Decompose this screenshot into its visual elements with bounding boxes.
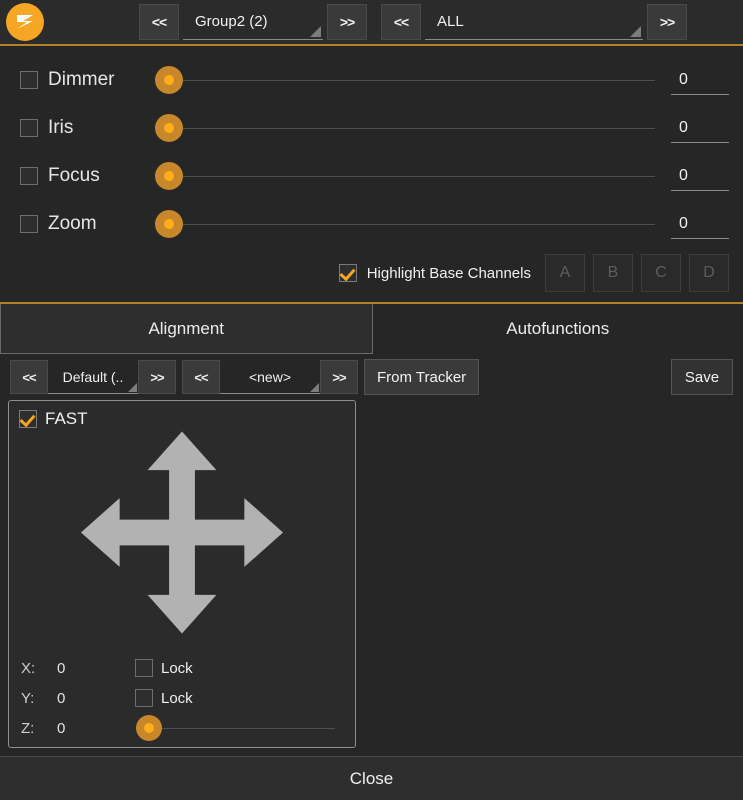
lock-label-x: Lock bbox=[161, 660, 193, 677]
lock-label-y: Lock bbox=[161, 690, 193, 707]
axis-lock-x[interactable]: Lock bbox=[135, 659, 193, 677]
lock-checkbox-x[interactable] bbox=[135, 659, 153, 677]
app-logo-icon bbox=[6, 3, 44, 41]
slider-track bbox=[169, 128, 655, 129]
tab-strip: Alignment Autofunctions bbox=[0, 302, 743, 354]
preset-select-value: Default (.. bbox=[63, 369, 124, 385]
channel-slider-dimmer[interactable] bbox=[153, 63, 655, 97]
axis-label-y: Y: bbox=[21, 690, 57, 707]
group-select-value: Group2 (2) bbox=[195, 13, 268, 30]
close-button[interactable]: Close bbox=[0, 756, 743, 800]
alignment-panel: FAST X: 0 Lock Y: 0 bbox=[8, 400, 356, 748]
highlight-label: Highlight Base Channels bbox=[367, 265, 531, 282]
axis-row-x: X: 0 Lock bbox=[9, 653, 355, 683]
axis-row-z: Z: 0 bbox=[9, 713, 355, 743]
filter-next-button[interactable]: >> bbox=[647, 4, 687, 40]
chevron-down-icon bbox=[128, 383, 137, 392]
slider-track bbox=[149, 728, 335, 729]
channel-label-dimmer: Dimmer bbox=[48, 69, 153, 91]
preset-toolbar: << Default (.. >> << <new> >> From Track… bbox=[0, 354, 743, 400]
axis-label-z: Z: bbox=[21, 720, 57, 737]
item-select-value: <new> bbox=[249, 369, 291, 385]
slider-track bbox=[169, 224, 655, 225]
axis-slider-z[interactable] bbox=[135, 713, 335, 743]
quick-button-b[interactable]: B bbox=[593, 254, 633, 292]
quick-buttons: A B C D bbox=[545, 254, 729, 292]
from-tracker-button[interactable]: From Tracker bbox=[364, 359, 479, 395]
tab-alignment[interactable]: Alignment bbox=[0, 304, 373, 354]
axis-row-y: Y: 0 Lock bbox=[9, 683, 355, 713]
axis-value-x: 0 bbox=[57, 660, 135, 677]
item-prev-button[interactable]: << bbox=[182, 360, 220, 394]
highlight-base-channels-toggle[interactable]: Highlight Base Channels bbox=[339, 264, 531, 282]
channel-sliders: Dimmer 0 Iris 0 Focus 0 bbox=[0, 46, 743, 302]
quick-button-c[interactable]: C bbox=[641, 254, 681, 292]
channel-value-dimmer[interactable]: 0 bbox=[671, 65, 729, 95]
channel-checkbox-focus[interactable] bbox=[20, 167, 38, 185]
channel-row-iris: Iris 0 bbox=[0, 104, 743, 152]
highlight-row: Highlight Base Channels A B C D bbox=[0, 248, 743, 302]
tab-autofunctions[interactable]: Autofunctions bbox=[373, 304, 743, 354]
filter-select-value: ALL bbox=[437, 13, 464, 30]
item-next-button[interactable]: >> bbox=[320, 360, 358, 394]
group-next-button[interactable]: >> bbox=[327, 4, 367, 40]
preset-next-button[interactable]: >> bbox=[138, 360, 176, 394]
lock-checkbox-y[interactable] bbox=[135, 689, 153, 707]
slider-track bbox=[169, 176, 655, 177]
item-select[interactable]: <new> bbox=[220, 360, 320, 394]
quick-button-a[interactable]: A bbox=[545, 254, 585, 292]
axis-value-z: 0 bbox=[57, 720, 135, 737]
channel-label-focus: Focus bbox=[48, 165, 153, 187]
axis-readouts: X: 0 Lock Y: 0 Lock Z: bbox=[9, 653, 355, 743]
quick-button-d[interactable]: D bbox=[689, 254, 729, 292]
channel-checkbox-iris[interactable] bbox=[20, 119, 38, 137]
filter-select[interactable]: ALL bbox=[425, 4, 643, 40]
alignment-area: FAST X: 0 Lock Y: 0 bbox=[0, 400, 743, 756]
four-way-move-arrow-icon[interactable] bbox=[75, 425, 290, 640]
highlight-checkbox[interactable] bbox=[339, 264, 357, 282]
save-button[interactable]: Save bbox=[671, 359, 733, 395]
slider-thumb[interactable] bbox=[136, 715, 162, 741]
axis-lock-y[interactable]: Lock bbox=[135, 689, 193, 707]
channel-row-dimmer: Dimmer 0 bbox=[0, 56, 743, 104]
channel-slider-zoom[interactable] bbox=[153, 207, 655, 241]
channel-value-focus[interactable]: 0 bbox=[671, 161, 729, 191]
slider-thumb[interactable] bbox=[155, 210, 183, 238]
group-prev-button[interactable]: << bbox=[139, 4, 179, 40]
preset-prev-button[interactable]: << bbox=[10, 360, 48, 394]
channel-row-focus: Focus 0 bbox=[0, 152, 743, 200]
top-bar: << Group2 (2) >> << ALL >> bbox=[0, 0, 743, 46]
app-root: << Group2 (2) >> << ALL >> Dimmer 0 bbox=[0, 0, 743, 800]
channel-slider-focus[interactable] bbox=[153, 159, 655, 193]
chevron-down-icon bbox=[310, 383, 319, 392]
channel-checkbox-dimmer[interactable] bbox=[20, 71, 38, 89]
slider-track bbox=[169, 80, 655, 81]
channel-slider-iris[interactable] bbox=[153, 111, 655, 145]
group-select[interactable]: Group2 (2) bbox=[183, 4, 323, 40]
chevron-down-icon bbox=[310, 26, 321, 37]
chevron-down-icon bbox=[630, 26, 641, 37]
channel-label-iris: Iris bbox=[48, 117, 153, 139]
filter-prev-button[interactable]: << bbox=[381, 4, 421, 40]
slider-thumb[interactable] bbox=[155, 114, 183, 142]
axis-label-x: X: bbox=[21, 660, 57, 677]
channel-checkbox-zoom[interactable] bbox=[20, 215, 38, 233]
slider-thumb[interactable] bbox=[155, 162, 183, 190]
preset-select[interactable]: Default (.. bbox=[48, 360, 138, 394]
slider-thumb[interactable] bbox=[155, 66, 183, 94]
channel-value-zoom[interactable]: 0 bbox=[671, 209, 729, 239]
channel-row-zoom: Zoom 0 bbox=[0, 200, 743, 248]
channel-value-iris[interactable]: 0 bbox=[671, 113, 729, 143]
fast-checkbox[interactable] bbox=[19, 410, 37, 428]
axis-value-y: 0 bbox=[57, 690, 135, 707]
channel-label-zoom: Zoom bbox=[48, 213, 153, 235]
